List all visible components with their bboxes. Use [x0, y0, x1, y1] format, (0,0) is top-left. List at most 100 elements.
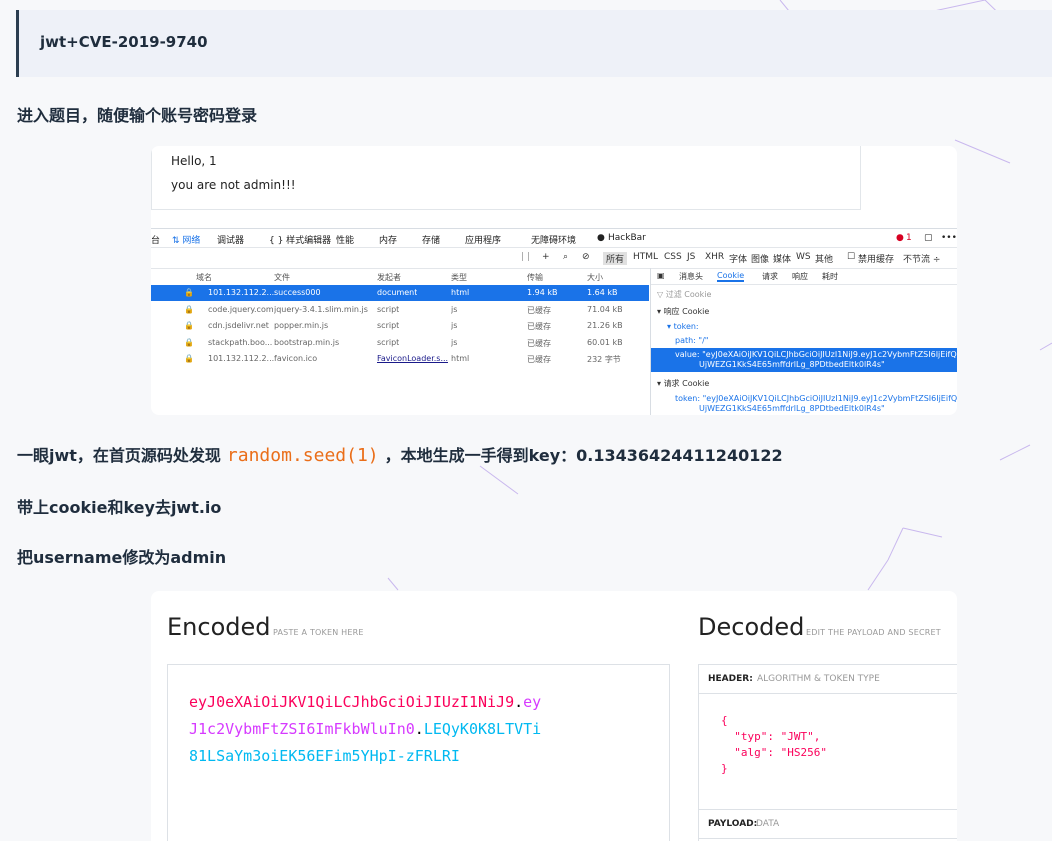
filter-all[interactable]: 所有 [603, 252, 628, 265]
cell-file: favicon.ico [274, 354, 318, 363]
table-row[interactable]: 🔒 stackpath.boo... bootstrap.min.js script j… [151, 335, 649, 351]
tab-memory[interactable]: 内存 [379, 233, 397, 246]
lock-icon: 🔒 [184, 288, 194, 297]
filter-ws[interactable]: WS [796, 252, 811, 262]
panel-tab-headers[interactable]: 消息头 [679, 271, 703, 282]
error-count: 1 [906, 233, 912, 243]
dock-icon[interactable]: ▢ [924, 233, 933, 243]
col-file[interactable]: 文件 [274, 272, 290, 283]
filter-image[interactable]: 图像 [751, 252, 769, 265]
hackbar-icon[interactable]: ● [597, 233, 605, 243]
filter-css[interactable]: CSS [664, 252, 682, 262]
filter-js[interactable]: JS [687, 252, 695, 262]
path-line: path: "/" [675, 336, 709, 345]
tab-application[interactable]: 应用程序 [465, 233, 501, 246]
header-section-title: HEADER: ALGORITHM & TOKEN TYPE [699, 665, 957, 694]
cell-initiator: script [377, 337, 400, 347]
filter-other[interactable]: 其他 [815, 252, 833, 265]
col-initiator[interactable]: 发起者 [377, 272, 401, 283]
encoded-hint: PASTE A TOKEN HERE [273, 628, 364, 637]
pause-icon[interactable]: | | [521, 252, 530, 262]
payload-section-title: PAYLOAD: DATA [699, 809, 957, 839]
cell-domain: code.jquery.com [208, 304, 274, 314]
lock-icon: 🔒 [184, 321, 194, 330]
error-icon[interactable]: ● [896, 233, 904, 243]
browser-screenshot: Hello, 1 you are not admin!!! 台 ⇅ 网络 调试器… [151, 146, 957, 415]
token-node[interactable]: ▾ token: [667, 322, 699, 331]
col-type[interactable]: 类型 [451, 272, 467, 283]
tab-hackbar[interactable]: HackBar [608, 233, 646, 243]
table-row[interactable]: 🔒 cdn.jsdelivr.net popper.min.js script js 已缓… [151, 318, 649, 334]
step-found: 一眼jwt，在首页源码处发现 random.seed(1) ，本地生成一手得到key… [17, 442, 783, 466]
token-text: eyJ0eXAiOiJKV1QiLCJhbGciOiJIUzI1NiJ9.ey … [189, 693, 542, 765]
cell-file: jquery-3.4.1.slim.min.js [274, 304, 368, 314]
cell-size: 1.64 kB [587, 288, 618, 297]
tab-accessibility[interactable]: 无障碍环境 [531, 233, 576, 246]
panel-tab-response[interactable]: 响应 [792, 271, 808, 282]
col-size[interactable]: 大小 [587, 272, 603, 283]
cell-file: popper.min.js [274, 321, 329, 330]
jwt-io-screenshot: Encoded PASTE A TOKEN HERE Decoded EDIT … [151, 591, 957, 841]
panel-tab-timing[interactable]: 耗时 [822, 271, 838, 282]
cell-domain: 101.132.112.2... [208, 288, 274, 297]
encoded-title: Encoded [167, 613, 271, 641]
filter-html[interactable]: HTML [633, 252, 658, 262]
req-line-1: token: "eyJ0eXAiOiJKV1QiLCJhbGciOiJIUzI1… [675, 394, 957, 403]
tab-style-editor[interactable]: { } 样式编辑器 [269, 233, 331, 246]
table-row[interactable]: 🔒 code.jquery.com jquery-3.4.1.slim.min.js… [151, 302, 649, 318]
table-row[interactable]: 🔒 101.132.112.2... success000 document html 1… [151, 285, 649, 301]
tab-network[interactable]: ⇅ 网络 [172, 233, 200, 246]
col-domain[interactable]: 域名 [196, 272, 212, 283]
block-icon[interactable]: ⊘ [582, 252, 590, 262]
more-icon[interactable]: ••• [941, 233, 957, 243]
panel-tab-request[interactable]: 请求 [762, 271, 778, 282]
header-json-editor[interactable]: { "typ": "JWT", "alg": "HS256" } [721, 713, 827, 777]
cell-transfer: 1.94 kB [527, 288, 558, 297]
network-table-header: 域名 文件 发起者 类型 传输 大小 [151, 269, 649, 283]
plus-icon[interactable]: + [542, 252, 550, 262]
cell-transfer: 已缓存 [527, 355, 551, 364]
disable-cache-checkbox[interactable]: ☐ [847, 252, 855, 262]
page-card: Hello, 1 you are not admin!!! [151, 146, 861, 210]
decoded-hint: EDIT THE PAYLOAD AND SECRET [806, 628, 941, 637]
tab-storage[interactable]: 存储 [422, 233, 440, 246]
throttle-select[interactable]: 不节流 ÷ [903, 252, 940, 265]
cell-type: js [451, 304, 458, 314]
filter-xhr[interactable]: XHR [705, 252, 724, 262]
page-title: jwt+CVE-2019-9740 [40, 33, 208, 51]
cell-transfer: 已缓存 [527, 305, 551, 315]
cell-file: success000 [274, 288, 321, 297]
cell-initiator: script [377, 304, 400, 314]
cell-transfer: 已缓存 [527, 322, 551, 331]
filter-cookie-input[interactable]: ▽ 过滤 Cookie [657, 289, 711, 300]
tab-performance[interactable]: 性能 [336, 233, 354, 246]
table-row[interactable]: 🔒 101.132.112.2... favicon.ico FaviconLoade… [151, 351, 649, 367]
lock-icon: 🔒 [184, 354, 194, 363]
search-icon[interactable]: ⌕ [563, 252, 568, 262]
step-cookie: 带上cookie和key去jwt.io [17, 498, 222, 517]
cell-domain: stackpath.boo... [208, 337, 273, 347]
tab-console[interactable]: 台 [151, 233, 160, 246]
value-line-selected[interactable]: value: "eyJ0eXAiOiJKV1QiLCJhbGciOiJIUzI1… [651, 348, 957, 372]
cell-size: 21.26 kB [587, 321, 623, 330]
devtools-toolbar: 台 ⇅ 网络 调试器 { } 样式编辑器 性能 内存 存储 应用程序 无障碍环境… [151, 228, 957, 248]
value-line-1: value: "eyJ0eXAiOiJKV1QiLCJhbGciOiJIUzI1… [675, 350, 957, 359]
cell-initiator: document [377, 288, 418, 297]
panel-tab-cookie[interactable]: Cookie [717, 271, 745, 282]
resp-cookie-heading[interactable]: ▾ 响应 Cookie [657, 306, 709, 317]
filter-media[interactable]: 媒体 [773, 252, 791, 265]
req-cookie-heading[interactable]: ▾ 请求 Cookie [657, 378, 709, 389]
lock-icon: 🔒 [184, 337, 194, 347]
panel-icon[interactable]: ▣ [657, 271, 665, 280]
lock-icon: 🔒 [184, 304, 194, 314]
title-callout: jwt+CVE-2019-9740 [16, 10, 1052, 77]
step-username: 把username修改为admin [17, 548, 227, 567]
cell-size: 60.01 kB [587, 337, 623, 347]
filter-icon: ▽ [657, 290, 664, 299]
filter-font[interactable]: 字体 [729, 252, 747, 265]
encoded-token-input[interactable]: eyJ0eXAiOiJKV1QiLCJhbGciOiJIUzI1NiJ9.ey … [167, 664, 670, 841]
not-admin-text: you are not admin!!! [171, 178, 296, 192]
cell-domain: cdn.jsdelivr.net [208, 321, 269, 330]
col-transfer[interactable]: 传输 [527, 272, 543, 283]
tab-debugger[interactable]: 调试器 [217, 233, 244, 246]
